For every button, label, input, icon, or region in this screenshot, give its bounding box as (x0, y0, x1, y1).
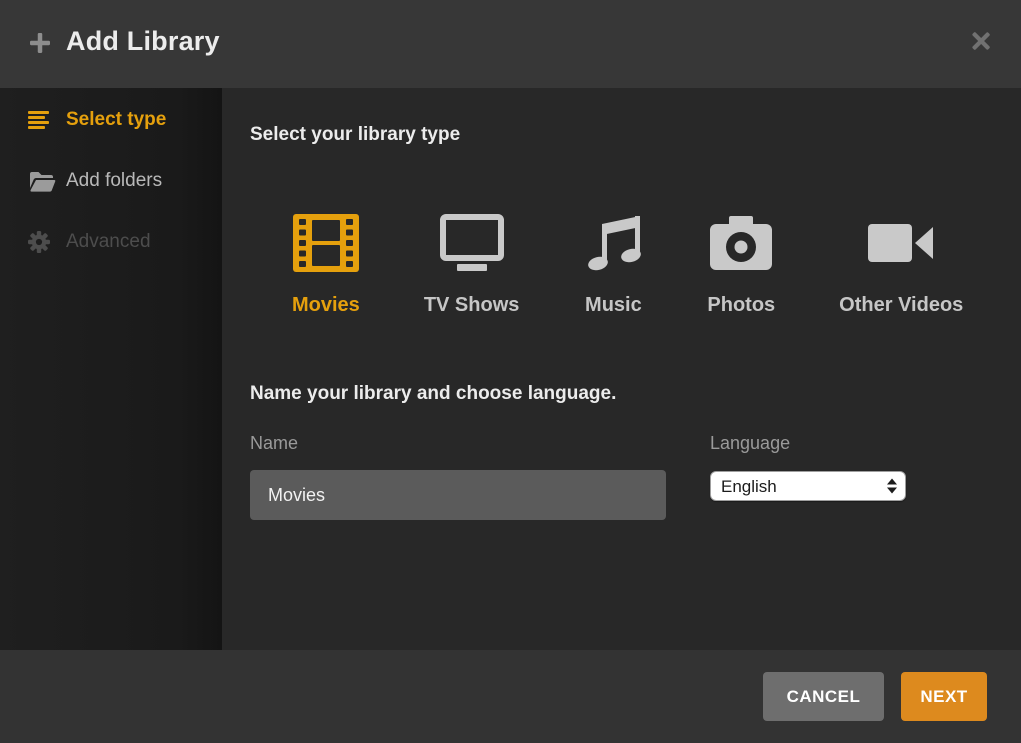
library-type-label: Other Videos (839, 294, 963, 317)
wizard-steps-sidebar: Select type Add folders (0, 88, 222, 650)
next-button[interactable]: NEXT (901, 672, 987, 721)
name-section-heading: Name your library and choose language. (250, 383, 616, 405)
library-type-label: TV Shows (424, 294, 520, 317)
video-camera-icon (867, 213, 935, 273)
library-type-photos[interactable]: Photos (707, 213, 775, 317)
add-library-dialog: Add Library Select type (0, 0, 1021, 743)
dialog-header: Add Library (0, 0, 1021, 88)
sidebar-item-add-folders[interactable]: Add folders (0, 161, 222, 201)
plus-icon (28, 31, 52, 60)
library-type-label: Music (585, 294, 642, 317)
list-lines-icon (28, 111, 58, 129)
music-note-icon (583, 213, 643, 273)
library-type-movies[interactable]: Movies (292, 213, 360, 317)
folder-open-icon (28, 170, 58, 192)
sidebar-item-select-type[interactable]: Select type (0, 100, 222, 140)
type-section-heading: Select your library type (250, 124, 460, 146)
sidebar-item-advanced: Advanced (0, 222, 222, 262)
library-name-input[interactable] (250, 470, 666, 520)
library-type-label: Movies (292, 294, 360, 317)
dialog-footer: CANCEL NEXT (0, 650, 1021, 743)
camera-icon (709, 213, 773, 273)
dialog-title: Add Library (66, 26, 220, 57)
library-type-row: Movies TV Shows (292, 213, 963, 317)
library-type-tv-shows[interactable]: TV Shows (424, 213, 520, 317)
gear-icon (28, 231, 58, 253)
language-select[interactable]: English (710, 471, 906, 501)
library-type-label: Photos (707, 294, 775, 317)
name-field-label: Name (250, 433, 298, 454)
language-field-label: Language (710, 433, 790, 454)
close-icon[interactable] (969, 29, 993, 53)
sidebar-item-label: Add folders (66, 170, 162, 192)
sidebar-item-label: Select type (66, 109, 166, 131)
tv-icon (440, 213, 504, 273)
sidebar-item-label: Advanced (66, 231, 151, 253)
language-select-wrap: English (710, 471, 906, 501)
library-type-music[interactable]: Music (583, 213, 643, 317)
library-type-other-videos[interactable]: Other Videos (839, 213, 963, 317)
film-strip-icon (293, 213, 359, 273)
wizard-content: Select your library type (222, 88, 1021, 650)
cancel-button[interactable]: CANCEL (763, 672, 884, 721)
